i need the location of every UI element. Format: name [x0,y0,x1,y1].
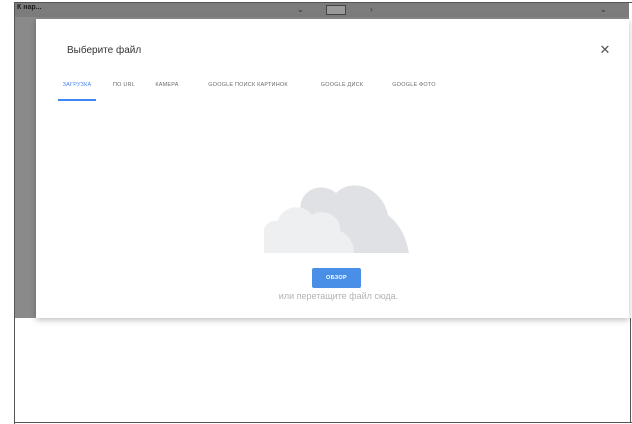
chevron-right-icon: › [370,5,373,14]
toolbar-icon [326,5,346,15]
background-window-header: К нар... ⌄ › ⌄ [15,3,629,17]
tab-label: GOOGLE ДИСК [320,82,364,88]
chevron-down-icon: ⌄ [297,5,304,14]
screen: К нар... ⌄ › ⌄ Выберите файл ✕ ЗАГРУЗКА … [0,0,632,424]
close-button[interactable]: ✕ [596,41,614,59]
tab-label: GOOGLE ПОИСК КАРТИНОК [208,82,288,88]
tab-label: КАМЕРА [155,82,179,88]
chevron-down-icon: ⌄ [600,5,607,14]
cloud-icon [263,173,409,253]
tab-camera[interactable]: КАМЕРА [147,75,187,105]
close-icon: ✕ [599,42,611,57]
background-window-title: К нар... [17,4,42,11]
tab-google-drive[interactable]: GOOGLE ДИСК [311,75,373,105]
frame-border-bottom [14,422,632,423]
browse-button[interactable]: ОБЗОР [312,268,361,288]
drop-hint-text: или перетащите файл сюда. [278,291,399,301]
tab-label: ПО URL [113,82,135,88]
tab-label: ЗАГРУЗКА [62,82,92,88]
frame-border-right [630,318,631,422]
active-tab-indicator [58,99,96,101]
tab-google-photos[interactable]: GOOGLE ФОТО [383,75,445,105]
dialog-title: Выберите файл [67,45,142,56]
tab-upload[interactable]: ЗАГРУЗКА [58,75,96,105]
tab-google-image-search[interactable]: GOOGLE ПОИСК КАРТИНОК [197,75,299,105]
cloud-illustration [263,185,409,253]
tab-by-url[interactable]: ПО URL [107,75,141,105]
file-picker-dialog: Выберите файл ✕ ЗАГРУЗКА ПО URL КАМЕРА G… [36,19,629,318]
tab-label: GOOGLE ФОТО [392,82,436,88]
